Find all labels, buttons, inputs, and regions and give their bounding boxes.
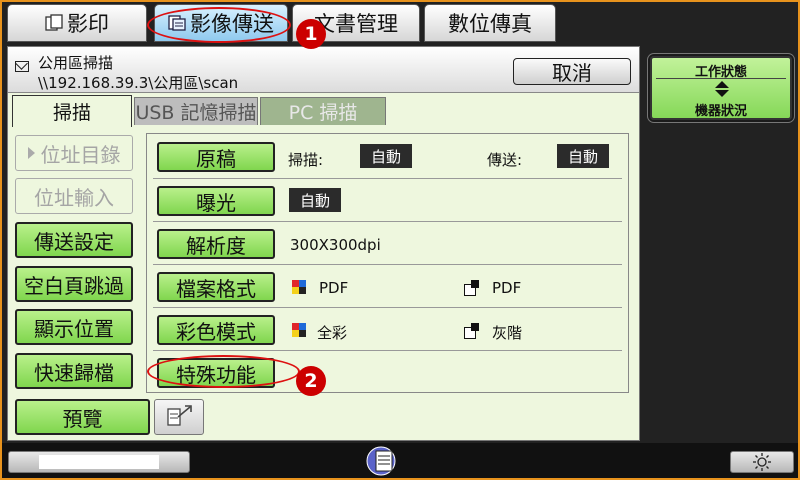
callout-ring-2: [147, 355, 300, 388]
row-divider: [153, 350, 622, 351]
scan-label: 掃描:: [288, 151, 324, 169]
preview-button[interactable]: 預覽: [15, 399, 150, 435]
callout-ring-1: [147, 7, 291, 43]
row-divider: [153, 264, 622, 265]
mono-mode-icon: [464, 323, 479, 339]
exposure-button[interactable]: 曝光: [157, 186, 275, 216]
color-mode-button[interactable]: 彩色模式: [157, 315, 275, 345]
tab-copy-label: 影印: [67, 12, 109, 36]
tab-document-filing-label: 文書管理: [314, 12, 398, 36]
tab-copy[interactable]: 影印: [7, 4, 147, 42]
destination-path: \\192.168.39.3\公用區\scan: [38, 74, 239, 92]
color-mode-icon: [292, 323, 306, 337]
color-file-format: PDF: [319, 279, 349, 297]
scan-value: 自動: [360, 144, 412, 168]
touch-panel-screen: 影印 影像傳送 文書管理 數位傳真 公用區掃描 \\192.168.39.3\公…: [0, 0, 800, 480]
row-divider: [153, 221, 622, 222]
send-label: 傳送:: [487, 151, 523, 169]
color-mode-mono-value: 灰階: [492, 324, 523, 342]
address-book-label: 位址目錄: [40, 142, 121, 167]
tab-digital-fax[interactable]: 數位傳真: [424, 4, 556, 42]
progress-indicator: [8, 451, 190, 473]
envelope-icon: [15, 61, 29, 72]
tab-pc-scan[interactable]: PC 掃描: [260, 97, 386, 125]
row-divider: [153, 307, 622, 308]
cancel-button[interactable]: 取消: [513, 58, 631, 85]
resolution-value: 300X300dpi: [290, 236, 381, 254]
tab-digital-fax-label: 數位傳真: [448, 12, 532, 36]
toggle-updown-icon: [715, 81, 729, 97]
job-status-button[interactable]: 工作狀態 機器狀況: [650, 56, 792, 120]
row-divider: [153, 178, 622, 179]
triangle-right-icon: [27, 147, 35, 159]
status-divider: [656, 78, 786, 79]
quick-file-button[interactable]: 快速歸檔: [15, 353, 133, 389]
callout-badge-2: 2: [296, 366, 326, 396]
blank-page-skip-button[interactable]: 空白頁跳過: [15, 266, 133, 302]
send-settings-button[interactable]: 傳送設定: [15, 222, 133, 258]
progress-fill: [39, 455, 159, 469]
display-position-button[interactable]: 顯示位置: [15, 309, 133, 345]
original-button[interactable]: 原稿: [157, 142, 275, 172]
file-format-button[interactable]: 檔案格式: [157, 272, 275, 302]
callout-badge-1: 1: [296, 19, 326, 49]
machine-status-label: 機器狀況: [694, 104, 747, 119]
job-queue-icon[interactable]: [364, 445, 400, 477]
destination-name: 公用區掃描: [38, 54, 114, 72]
scan-send-icon: [167, 405, 192, 426]
exposure-value: 自動: [289, 188, 341, 212]
mono-file-format: PDF: [492, 279, 522, 297]
settings-grid: 原稿 掃描: 自動 傳送: 自動 曝光 自動 解析度 300X300dpi 檔案…: [146, 133, 629, 393]
scan-send-icon-button[interactable]: [154, 399, 204, 435]
send-value: 自動: [557, 144, 609, 168]
resolution-button[interactable]: 解析度: [157, 229, 275, 259]
mono-format-icon: [464, 280, 479, 296]
tab-usb-scan[interactable]: USB 記憶掃描: [134, 97, 258, 125]
tab-scan[interactable]: 掃描: [12, 95, 132, 127]
color-format-icon: [292, 280, 306, 294]
destination-header: 公用區掃描 \\192.168.39.3\公用區\scan 取消: [8, 47, 639, 93]
copy-icon: [45, 14, 63, 31]
brightness-icon: [753, 453, 771, 471]
brightness-button[interactable]: [730, 451, 794, 473]
address-entry-button[interactable]: 位址輸入: [15, 178, 133, 214]
color-mode-color-value: 全彩: [317, 324, 348, 342]
address-book-button[interactable]: 位址目錄: [15, 135, 133, 171]
